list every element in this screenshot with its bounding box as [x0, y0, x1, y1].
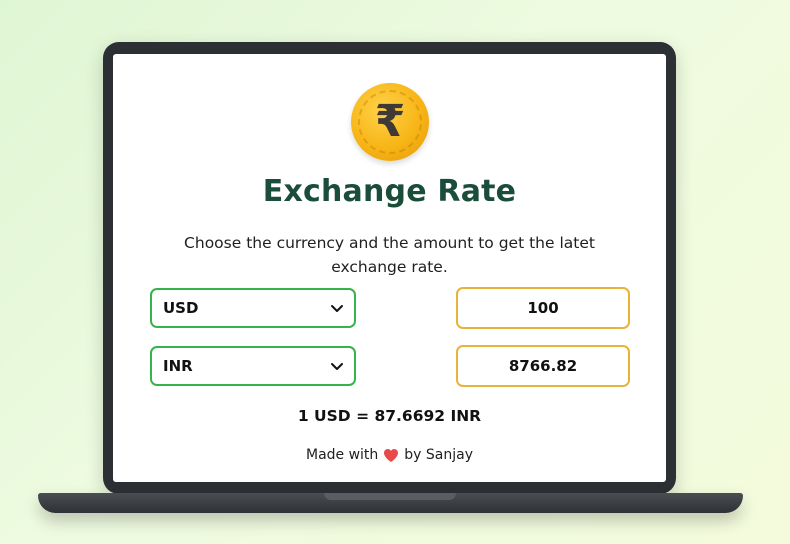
rupee-coin-icon: ₹ — [351, 83, 429, 161]
amount-value: 100 — [527, 299, 559, 317]
page-title: Exchange Rate — [262, 174, 517, 209]
amount-input[interactable]: 100 — [456, 287, 630, 329]
rupee-symbol: ₹ — [374, 96, 406, 147]
page-description: Choose the currency and the amount to ge… — [184, 234, 595, 276]
coin-rim: ₹ — [358, 90, 422, 154]
app-screen: ₹ Exchange Rate Choose the currency and … — [113, 54, 666, 482]
chevron-down-icon — [331, 363, 343, 370]
from-currency-value: USD — [163, 299, 199, 317]
laptop-notch — [324, 493, 456, 500]
to-currency-select[interactable]: INR — [150, 346, 356, 386]
converted-amount-value: 8766.82 — [508, 357, 578, 375]
footer-prefix: Made with — [305, 447, 379, 463]
footer: Made with by Sanjay — [113, 447, 666, 463]
from-currency-select[interactable]: USD — [150, 288, 356, 328]
heart-icon — [384, 448, 399, 462]
footer-suffix: by Sanjay — [404, 447, 474, 463]
to-currency-value: INR — [163, 357, 193, 375]
converted-amount-field[interactable]: 8766.82 — [456, 345, 630, 387]
chevron-down-icon — [331, 305, 343, 312]
exchange-rate-text: 1 USD = 87.6692 INR — [297, 407, 482, 425]
